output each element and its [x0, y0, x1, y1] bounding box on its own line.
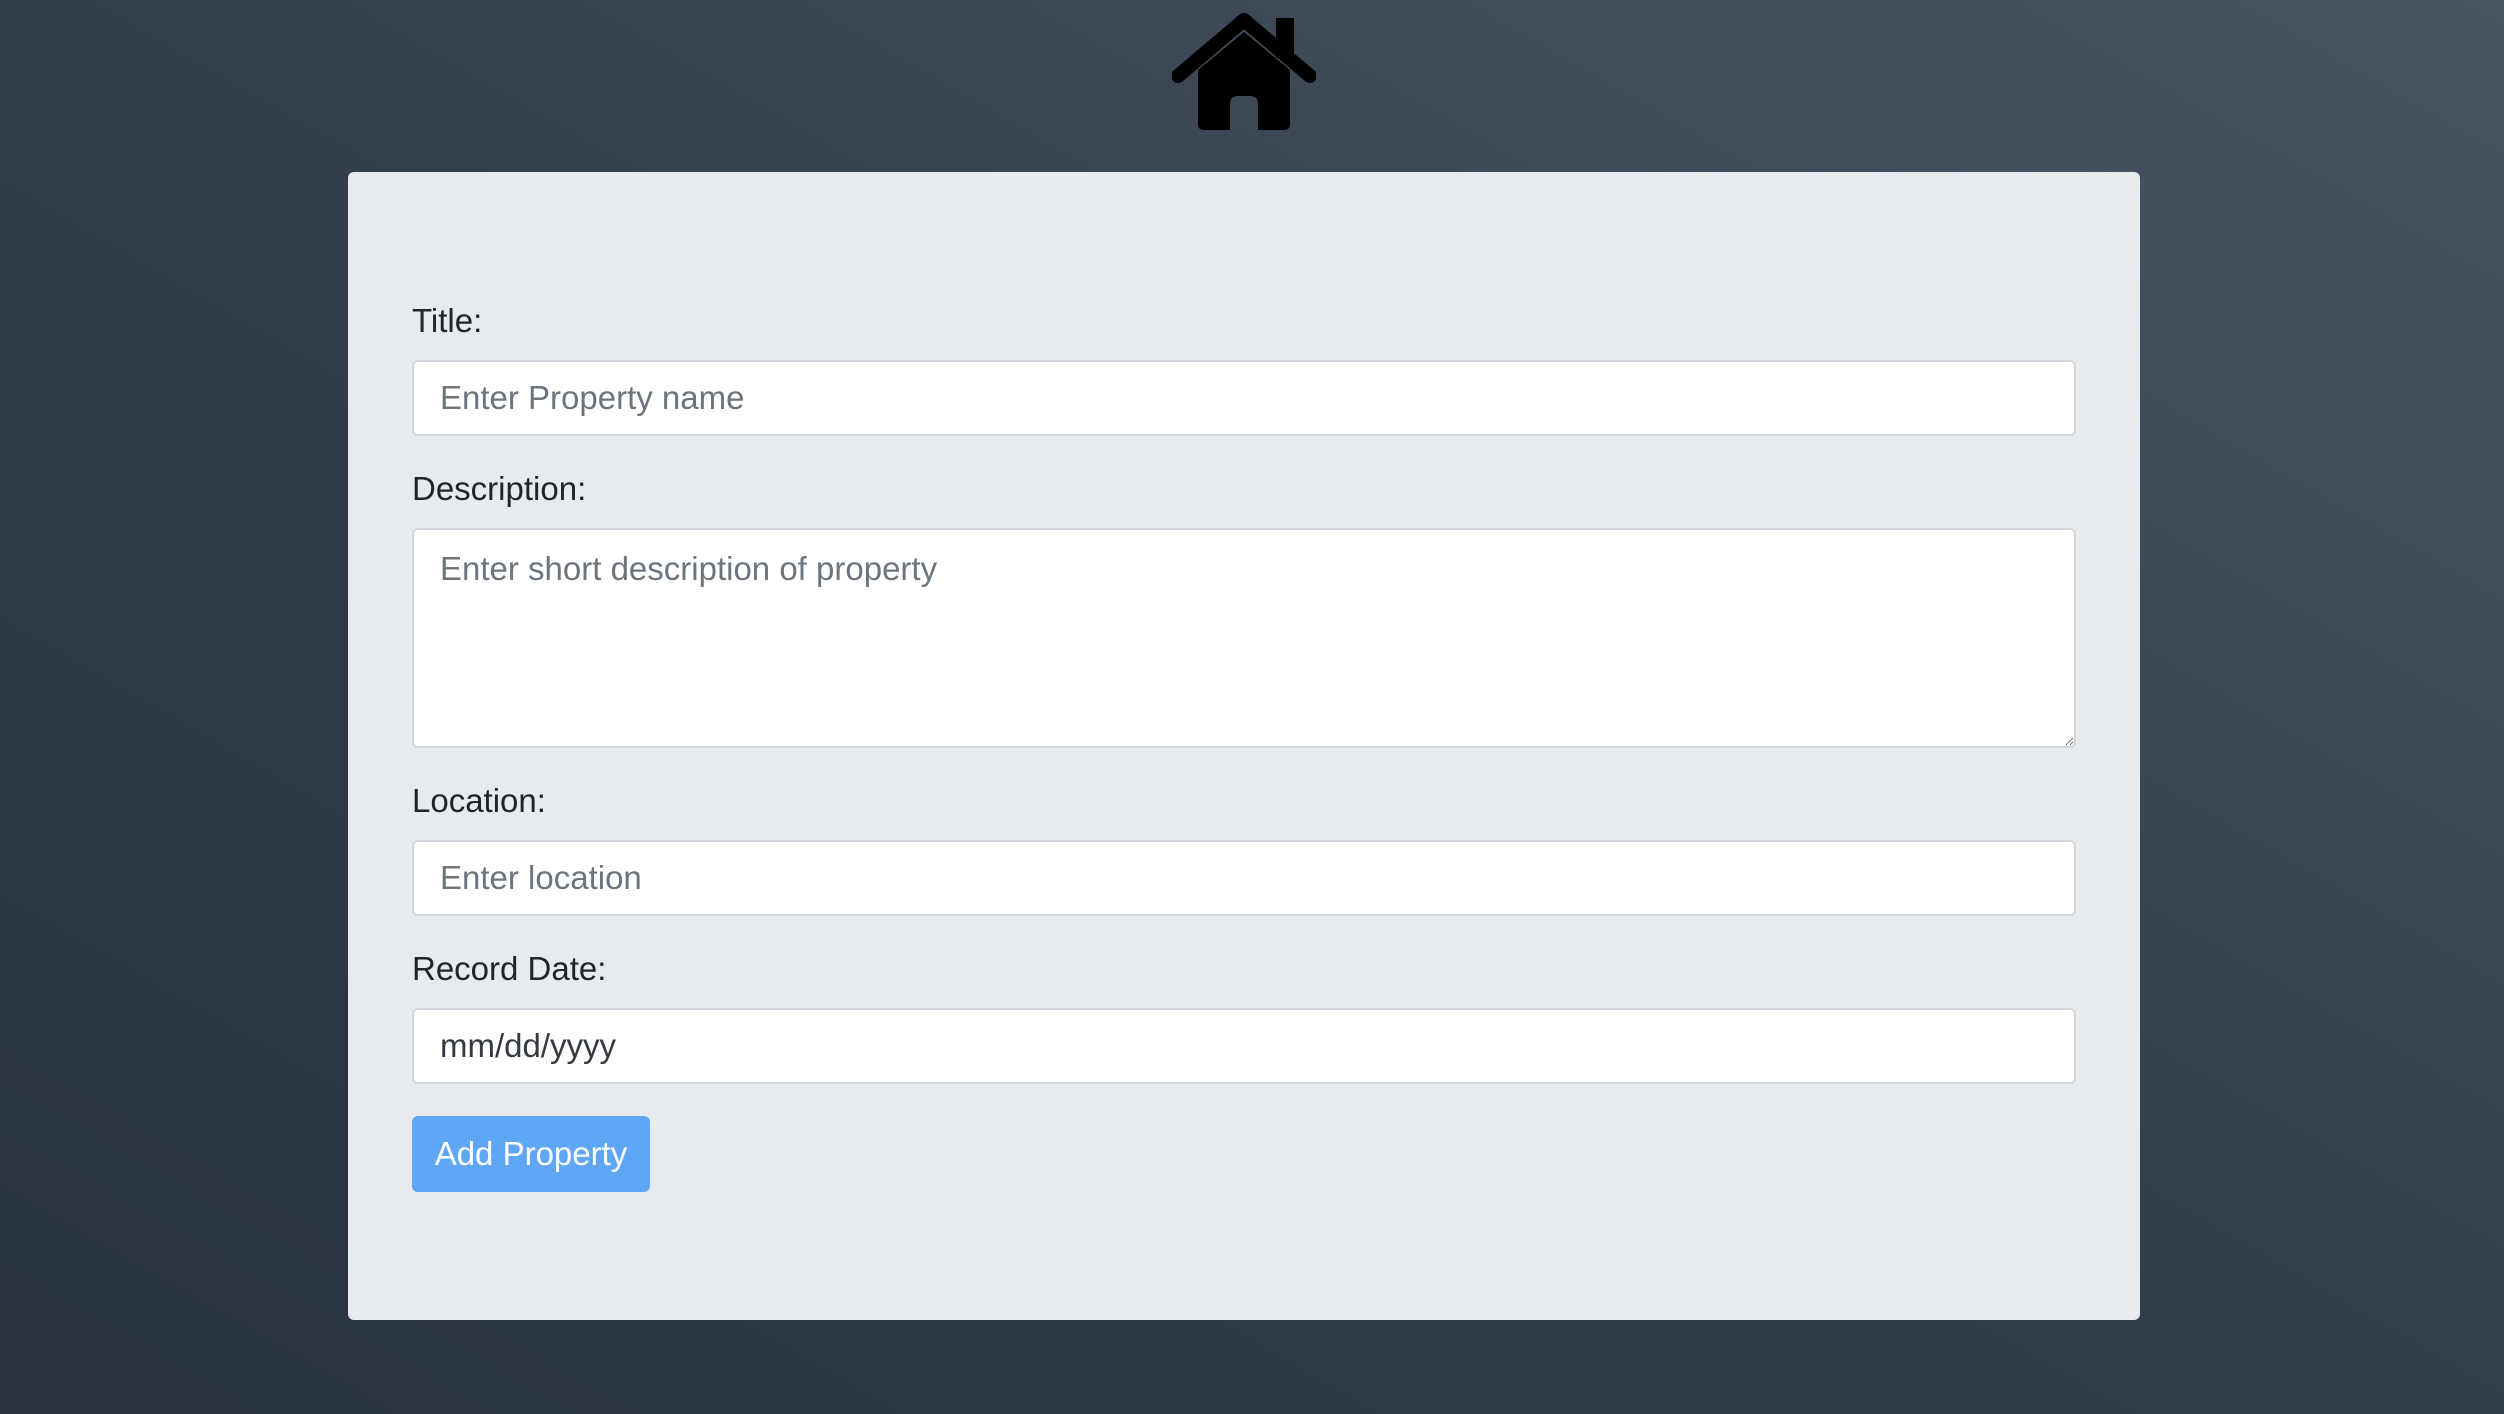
- add-property-form: Title: Description: Location: Record Dat…: [348, 172, 2140, 1320]
- record-date-input[interactable]: mm/dd/yyyy: [412, 1008, 2076, 1084]
- home-icon: [1172, 12, 1316, 132]
- location-label: Location:: [412, 782, 546, 819]
- record-date-value: mm/dd/yyyy: [440, 1027, 617, 1064]
- title-label: Title:: [412, 302, 483, 339]
- add-property-button[interactable]: Add Property: [412, 1116, 650, 1192]
- description-label: Description:: [412, 470, 587, 507]
- description-textarea[interactable]: [412, 528, 2076, 748]
- title-input[interactable]: [412, 360, 2076, 436]
- record-date-label: Record Date:: [412, 950, 607, 987]
- location-input[interactable]: [412, 840, 2076, 916]
